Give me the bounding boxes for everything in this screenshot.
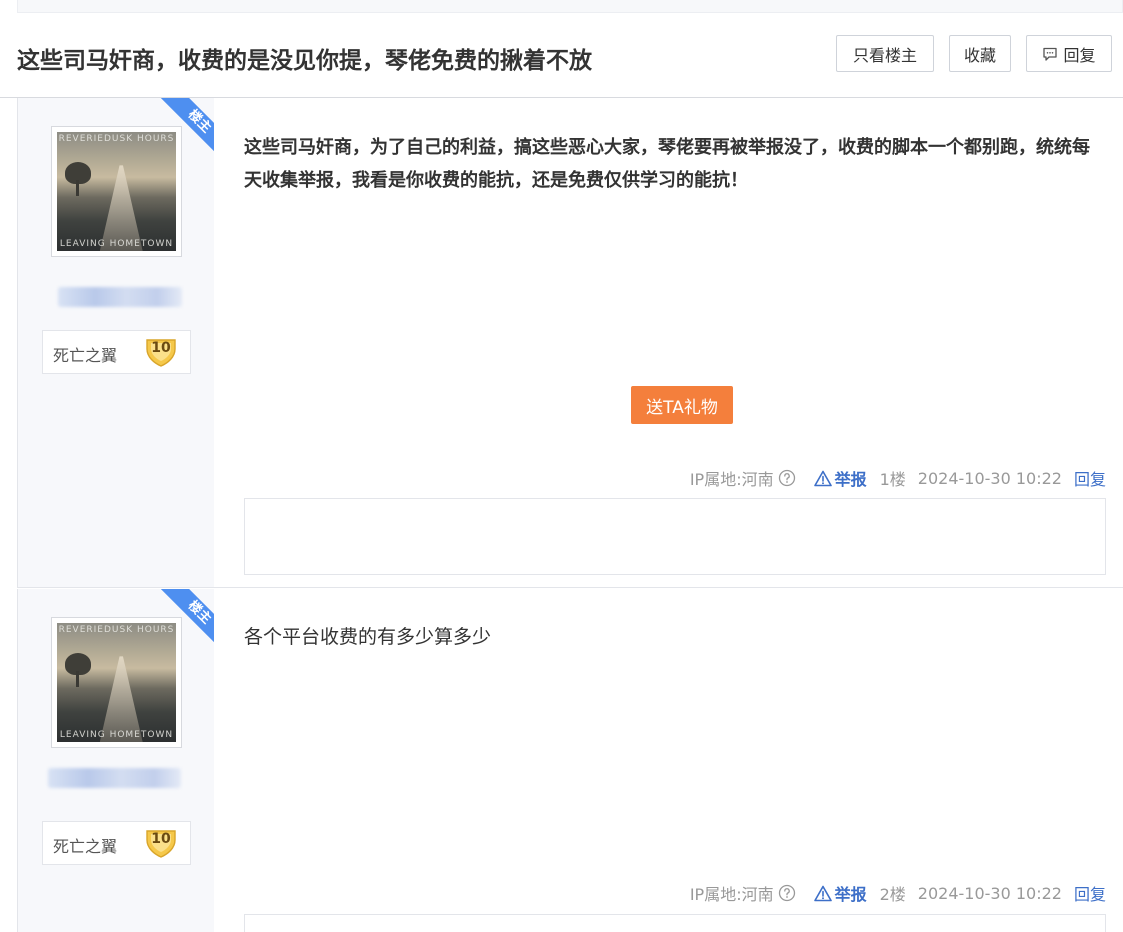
username-blurred[interactable] bbox=[58, 287, 182, 307]
level-badge[interactable]: 死亡之翼 10 bbox=[42, 330, 191, 374]
post-meta: IP属地:河南 举报 1楼 2024-10-30 10:22 回复 bbox=[690, 466, 1106, 490]
report-button[interactable]: 举报 bbox=[813, 881, 867, 905]
ip-location: IP属地:河南 bbox=[690, 881, 796, 905]
only-author-button[interactable]: 只看楼主 bbox=[836, 35, 934, 72]
top-strip bbox=[17, 0, 1123, 13]
help-circle-icon[interactable] bbox=[778, 884, 796, 902]
ip-location: IP属地:河南 bbox=[690, 466, 796, 490]
level-name: 死亡之翼 bbox=[53, 346, 118, 365]
ip-location-text: IP属地:河南 bbox=[689, 885, 774, 904]
floor-number: 1楼 bbox=[879, 470, 906, 489]
level-number: 10 bbox=[151, 340, 171, 356]
reply-link[interactable]: 回复 bbox=[1074, 881, 1106, 905]
reply-button[interactable]: 回复 bbox=[1026, 35, 1112, 72]
post-content: 各个平台收费的有多少算多少 bbox=[244, 626, 492, 648]
send-gift-button[interactable]: 送TA礼物 bbox=[631, 386, 733, 424]
author-sidebar: REVERIEDUSK HOURS LEAVING HOMETOWN 楼主 死亡… bbox=[18, 589, 214, 932]
warning-icon bbox=[813, 470, 832, 486]
post-floor-2: REVERIEDUSK HOURS LEAVING HOMETOWN 楼主 死亡… bbox=[17, 589, 1123, 932]
floor-number: 2楼 bbox=[879, 885, 906, 904]
author-badge: 楼主 bbox=[160, 98, 214, 154]
post-content: 这些司马奸商，为了自己的利益，搞这些恶心大家，琴佬要再被举报没了，收费的脚本一个… bbox=[244, 137, 1090, 191]
level-number: 10 bbox=[151, 831, 171, 847]
favorite-button[interactable]: 收藏 bbox=[949, 35, 1011, 72]
author-ribbon: 楼主 bbox=[158, 589, 214, 645]
sub-reply-box bbox=[244, 914, 1106, 932]
post-floor-1: REVERIEDUSK HOURS LEAVING HOMETOWN 楼主 死亡… bbox=[17, 98, 1123, 588]
warning-icon bbox=[813, 885, 832, 901]
report-label: 举报 bbox=[834, 885, 867, 904]
thread-header: 这些司马奸商，收费的是没见你提，琴佬免费的揪着不放 只看楼主 收藏 回复 bbox=[0, 13, 1123, 98]
sub-reply-box bbox=[244, 498, 1106, 575]
thread-title: 这些司马奸商，收费的是没见你提，琴佬免费的揪着不放 bbox=[17, 48, 592, 74]
comment-icon bbox=[1043, 47, 1058, 61]
reply-button-label: 回复 bbox=[1063, 45, 1096, 65]
level-shield-icon: 10 bbox=[144, 827, 178, 859]
post-meta: IP属地:河南 举报 2楼 2024-10-30 10:22 回复 bbox=[690, 881, 1106, 905]
report-button[interactable]: 举报 bbox=[813, 466, 867, 490]
author-badge: 楼主 bbox=[160, 589, 214, 645]
report-label: 举报 bbox=[834, 470, 867, 489]
level-shield-icon: 10 bbox=[144, 336, 178, 368]
author-sidebar: REVERIEDUSK HOURS LEAVING HOMETOWN 楼主 死亡… bbox=[18, 98, 214, 587]
level-name: 死亡之翼 bbox=[53, 837, 118, 856]
post-time: 2024-10-30 10:22 bbox=[917, 883, 1062, 903]
reply-link[interactable]: 回复 bbox=[1074, 466, 1106, 490]
ip-location-text: IP属地:河南 bbox=[689, 470, 774, 489]
username-blurred[interactable] bbox=[48, 768, 181, 788]
help-circle-icon[interactable] bbox=[778, 469, 796, 487]
level-badge[interactable]: 死亡之翼 10 bbox=[42, 821, 191, 865]
post-time: 2024-10-30 10:22 bbox=[917, 468, 1062, 488]
author-ribbon: 楼主 bbox=[158, 98, 214, 154]
